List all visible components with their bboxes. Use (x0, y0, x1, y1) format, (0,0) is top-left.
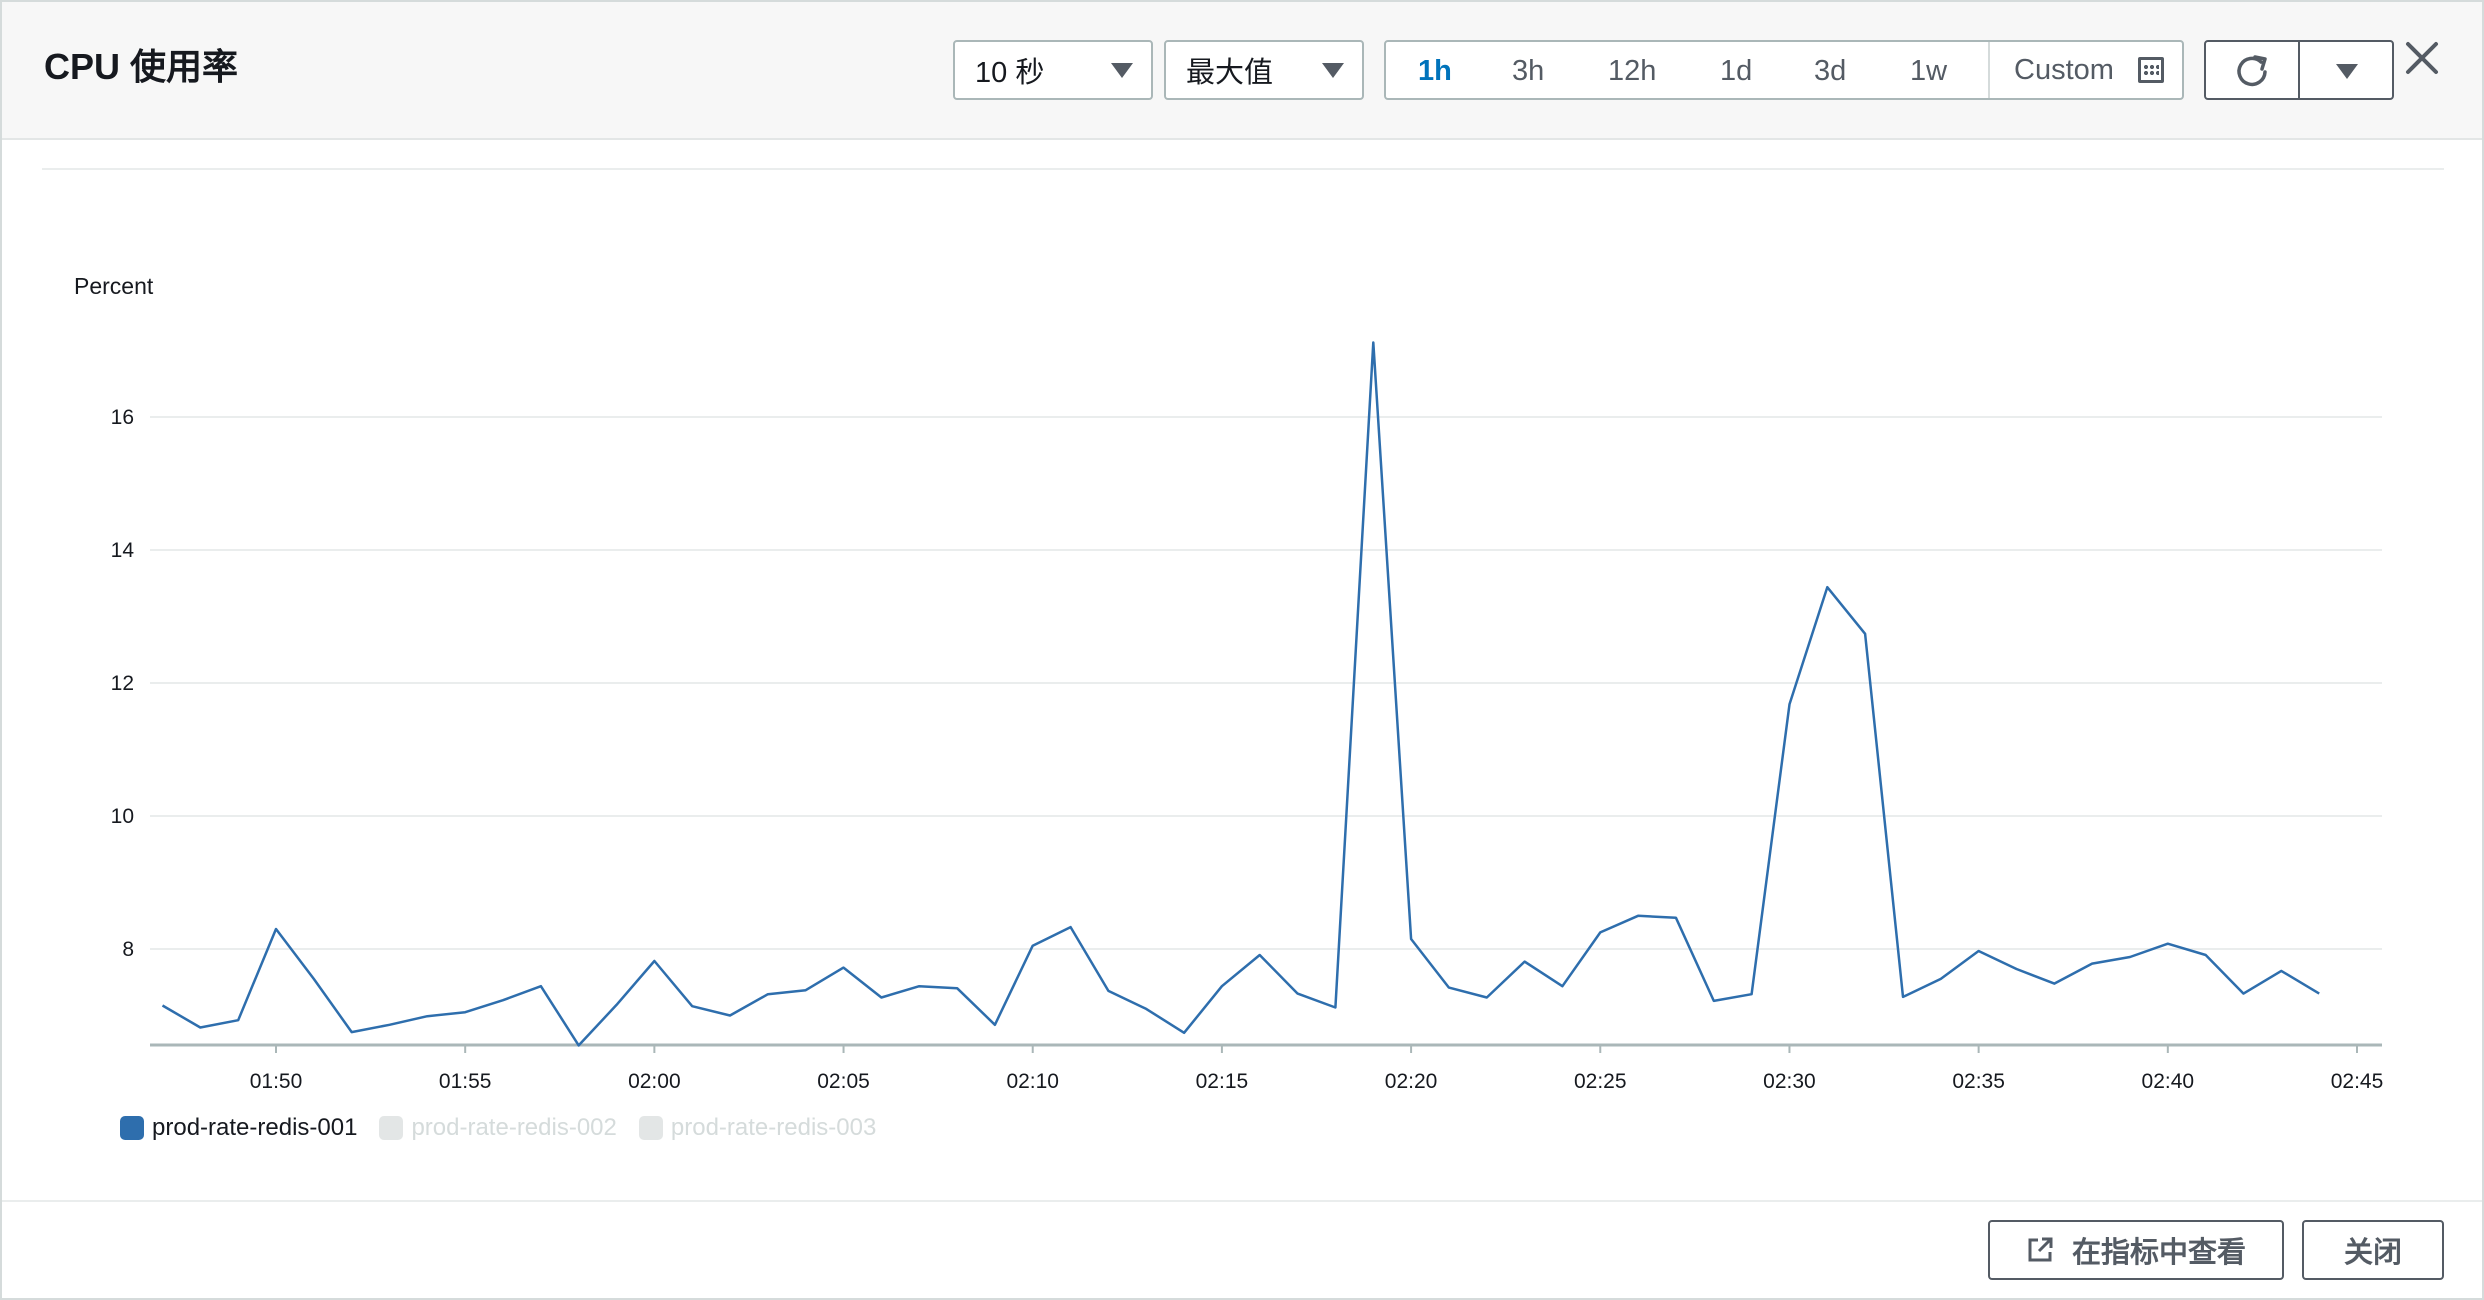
series-line-prod-rate-redis-001[interactable] (161, 341, 2320, 1047)
cpu-line-chart: Percent 8 10 12 16 14 01:50 01:55 02:00 02:05 02:… (74, 273, 2384, 1093)
data-point[interactable] (576, 1042, 582, 1048)
legend-item[interactable]: prod-rate-redis-003 (638, 1114, 877, 1142)
data-point[interactable] (1597, 929, 1603, 935)
legend-swatch (638, 1116, 663, 1140)
cpu-usage-modal: CPU 使用率 10 秒 最大值 1h 3h 12h 1d 3d 1w Cust… (0, 0, 2484, 1300)
data-point[interactable] (1030, 943, 1036, 949)
data-point[interactable] (1749, 991, 1755, 997)
data-point[interactable] (1522, 959, 1528, 965)
data-point[interactable] (387, 1022, 393, 1028)
data-point[interactable] (1408, 936, 1414, 942)
data-point[interactable] (841, 965, 847, 971)
y-tick-label: 10 (111, 805, 134, 828)
view-in-metrics-button[interactable]: 在指标中查看 (1988, 1220, 2284, 1280)
data-point[interactable] (954, 985, 960, 991)
data-point[interactable] (2316, 991, 2322, 997)
x-tick-label: 02:40 (2142, 1070, 2195, 1093)
data-point[interactable] (1068, 924, 1074, 930)
data-point[interactable] (2051, 981, 2057, 987)
y-tick-label: 12 (111, 672, 134, 695)
data-point[interactable] (1332, 1005, 1338, 1011)
x-tick-label: 02:15 (1196, 1070, 1249, 1093)
close-button-label: 关闭 (2343, 1237, 2402, 1269)
x-tick-label: 02:20 (1385, 1070, 1438, 1093)
data-point[interactable] (1635, 913, 1641, 919)
x-tick-label: 02:25 (1574, 1070, 1627, 1093)
data-point[interactable] (2203, 952, 2209, 958)
data-point[interactable] (2165, 941, 2171, 947)
data-point[interactable] (1257, 952, 1263, 958)
data-point[interactable] (1446, 985, 1452, 991)
data-point[interactable] (1786, 701, 1792, 707)
legend-label: prod-rate-redis-003 (670, 1114, 877, 1141)
footer-divider (2, 1200, 2482, 1202)
data-point[interactable] (235, 1017, 241, 1023)
legend-label: prod-rate-redis-001 (152, 1114, 358, 1141)
close-button[interactable]: 关闭 (2302, 1220, 2444, 1280)
y-axis-label: Percent (74, 273, 154, 299)
data-point[interactable] (689, 1003, 695, 1009)
data-point[interactable] (1219, 983, 1225, 989)
x-tick-label: 02:30 (1763, 1070, 1816, 1093)
view-in-metrics-label: 在指标中查看 (2071, 1237, 2246, 1269)
data-point[interactable] (1862, 631, 1868, 637)
data-point[interactable] (1976, 948, 1982, 954)
data-point[interactable] (2240, 991, 2246, 997)
x-tick-label: 02:35 (1952, 1070, 2005, 1093)
data-point[interactable] (803, 987, 809, 993)
data-point[interactable] (159, 1003, 165, 1009)
y-tick-label: 16 (111, 406, 134, 429)
legend-swatch (120, 1116, 144, 1140)
data-point[interactable] (1711, 998, 1717, 1004)
data-point[interactable] (538, 983, 544, 989)
data-point[interactable] (1900, 994, 1906, 1000)
data-point[interactable] (1673, 915, 1679, 921)
external-link-icon (2028, 1237, 2053, 1262)
data-point[interactable] (1105, 988, 1111, 994)
data-point[interactable] (992, 1022, 998, 1028)
y-tick-label: 14 (111, 539, 135, 562)
data-point[interactable] (197, 1024, 203, 1030)
x-tick-label: 02:45 (2331, 1070, 2384, 1093)
data-point[interactable] (462, 1009, 468, 1015)
data-point[interactable] (2127, 954, 2133, 960)
data-point[interactable] (273, 926, 279, 932)
data-point[interactable] (2089, 961, 2095, 967)
data-point[interactable] (916, 983, 922, 989)
data-point[interactable] (727, 1013, 733, 1019)
x-tick-label: 02:00 (628, 1070, 681, 1093)
data-point[interactable] (651, 958, 657, 964)
data-point[interactable] (1295, 991, 1301, 997)
data-point[interactable] (2013, 966, 2019, 972)
data-point[interactable] (349, 1029, 355, 1035)
chart-legend: prod-rate-redis-001 prod-rate-redis-002 … (120, 1114, 876, 1142)
data-point[interactable] (1370, 340, 1376, 346)
x-tick-label: 01:50 (250, 1070, 303, 1093)
x-tick-label: 02:05 (817, 1070, 870, 1093)
data-point[interactable] (2278, 968, 2284, 974)
data-point[interactable] (424, 1013, 430, 1019)
y-tick-label: 8 (122, 938, 134, 961)
data-point[interactable] (765, 991, 771, 997)
data-point[interactable] (1181, 1030, 1187, 1036)
data-point[interactable] (1143, 1006, 1149, 1012)
data-point[interactable] (1559, 983, 1565, 989)
data-point[interactable] (1824, 584, 1830, 590)
data-point[interactable] (1938, 976, 1944, 982)
data-point[interactable] (500, 997, 506, 1003)
x-tick-label: 01:55 (439, 1070, 492, 1093)
legend-item[interactable]: prod-rate-redis-001 (120, 1114, 357, 1142)
legend-swatch (379, 1116, 404, 1140)
legend-label: prod-rate-redis-002 (411, 1114, 617, 1141)
data-point[interactable] (614, 1002, 620, 1008)
legend-item[interactable]: prod-rate-redis-002 (379, 1114, 617, 1142)
data-point[interactable] (1484, 995, 1490, 1001)
x-tick-label: 02:10 (1006, 1070, 1059, 1093)
data-point[interactable] (311, 976, 317, 982)
data-point[interactable] (878, 995, 884, 1001)
